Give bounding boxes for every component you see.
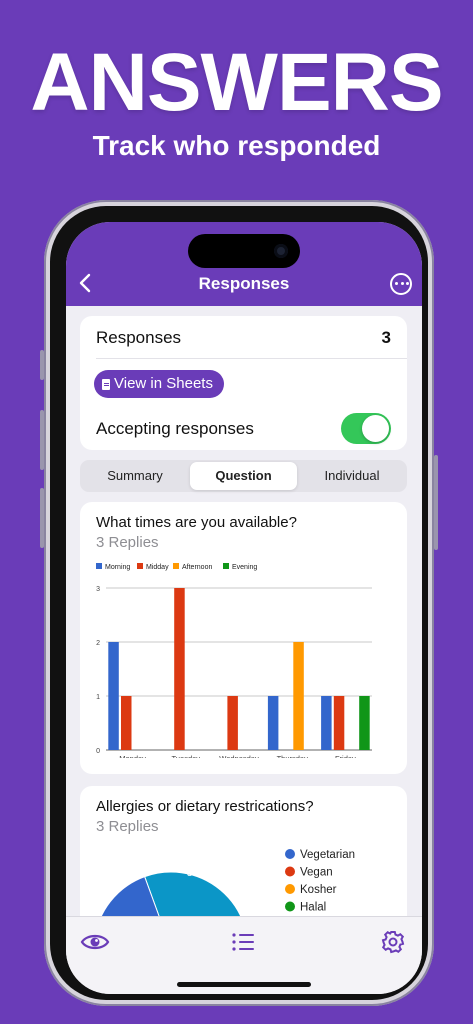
bar (333, 696, 345, 750)
legend-label: Evening (232, 564, 257, 571)
segment-question[interactable]: Question (190, 462, 297, 490)
phone-screen: Responses Responses 3 View in Sheets Acc… (66, 222, 422, 994)
bottom-tab-bar (66, 916, 422, 994)
y-tick-label: 2 (96, 640, 100, 647)
legend-swatch (173, 563, 179, 569)
home-indicator (177, 982, 311, 987)
bar (267, 696, 279, 750)
ellipsis-circle-icon[interactable] (390, 273, 412, 295)
document-icon (102, 378, 110, 390)
legend-swatch (96, 563, 102, 569)
gear-icon[interactable] (378, 929, 408, 955)
segment-summary[interactable]: Summary (82, 462, 188, 490)
x-tick-label: Tuesday (172, 754, 201, 758)
legend-label: Kosher (300, 884, 337, 896)
question-title: Allergies or dietary restrications? (96, 798, 314, 815)
legend-dot (285, 866, 295, 877)
camera-icon (274, 244, 288, 258)
phone-side-button (40, 350, 44, 380)
dynamic-island (188, 234, 300, 268)
bar (227, 696, 238, 750)
toggle-knob (362, 415, 389, 442)
segment-individual[interactable]: Individual (299, 462, 405, 490)
accepting-responses-toggle[interactable] (341, 413, 391, 444)
divider (96, 358, 407, 359)
x-tick-label: Monday (119, 754, 146, 758)
eye-icon[interactable] (80, 929, 110, 955)
y-tick-label: 3 (96, 586, 100, 593)
bar (174, 588, 185, 750)
legend-label: Vegetarian (300, 849, 355, 861)
legend-label: Morning (105, 564, 130, 571)
page-title: Responses (198, 274, 290, 293)
bar (321, 696, 332, 750)
legend-swatch (137, 563, 143, 569)
legend-dot (285, 901, 295, 912)
legend-dot (285, 849, 295, 859)
bar (108, 642, 119, 750)
view-in-sheets-label: View in Sheets (114, 375, 213, 392)
x-tick-label: Wednesday (219, 754, 259, 758)
question-replies: 3 Replies (96, 534, 159, 551)
question-card-availability: What times are you available? 3 Replies … (80, 502, 407, 774)
y-tick-label: 1 (96, 694, 100, 701)
view-segmented-control: Summary Question Individual (80, 460, 407, 492)
bar (121, 696, 132, 750)
hero-subtitle: Track who responded (92, 130, 381, 161)
question-replies: 3 Replies (96, 818, 159, 835)
legend-label: Midday (146, 564, 169, 571)
phone-power-button (434, 455, 438, 550)
x-tick-label: Thursday (277, 754, 309, 758)
view-in-sheets-button[interactable]: View in Sheets (94, 370, 224, 398)
list-icon[interactable] (229, 929, 259, 955)
phone-frame: Responses Responses 3 View in Sheets Acc… (40, 200, 438, 1006)
responses-label: Responses (96, 328, 182, 347)
bar (359, 696, 370, 750)
legend-label: Vegan (300, 867, 333, 879)
responses-count: 3 (381, 328, 391, 347)
x-tick-label: Friday (335, 754, 356, 758)
legend-label: Halal (300, 902, 326, 914)
legend-label: Afternoon (182, 564, 212, 571)
phone-volume-down (40, 488, 44, 548)
summary-card: Responses 3 View in Sheets Accepting res… (80, 316, 407, 450)
phone-volume-up (40, 410, 44, 470)
phone-bezel: Responses Responses 3 View in Sheets Acc… (50, 206, 428, 1000)
bar-chart: Morning Midday Afternoon Evening 0 1 2 3 Monday T… (96, 563, 372, 758)
accepting-responses-label: Accepting responses (96, 419, 254, 438)
pie-slice-label: 33.3% (187, 868, 215, 879)
legend-dot (285, 884, 295, 894)
hero-title: ANSWERS (30, 37, 443, 128)
y-tick-label: 0 (96, 748, 100, 755)
responses-row: Responses 3 (96, 328, 391, 354)
legend-swatch (223, 563, 229, 569)
question-title: What times are you available? (96, 514, 297, 531)
bar (293, 642, 304, 750)
